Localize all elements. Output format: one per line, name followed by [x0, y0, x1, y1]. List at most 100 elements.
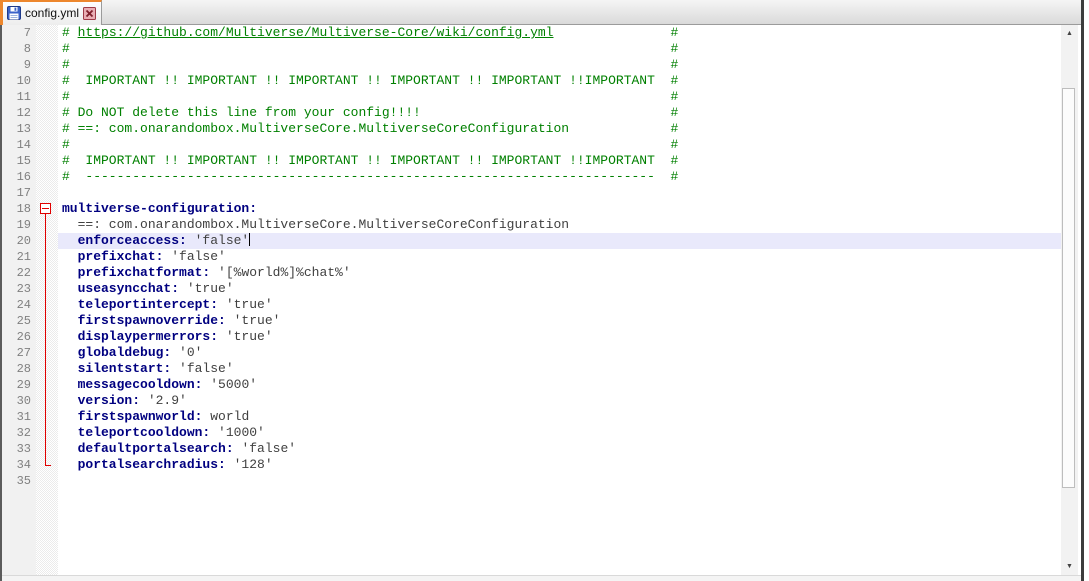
code-token: ----------------------------------------…	[85, 169, 655, 184]
scrollbar-thumb[interactable]	[1062, 88, 1075, 488]
code-line[interactable]: 29 messagecooldown: '5000'	[2, 377, 1061, 393]
code-token: # IMPORTANT !! IMPORTANT !! IMPORTANT !!…	[62, 73, 655, 88]
line-number: 28	[16, 362, 31, 376]
code-line[interactable]: 7 # https://github.com/Multiverse/Multive…	[2, 25, 1061, 41]
code-line[interactable]: 28 silentstart: 'false'	[2, 361, 1061, 377]
fold-margin-cell	[36, 457, 58, 473]
line-number: 20	[16, 234, 31, 248]
code-text: # #	[58, 41, 1061, 57]
code-text: prefixchatformat: '[%world%]%chat%'	[58, 265, 1061, 281]
scroll-down-arrow-icon[interactable]: ▼	[1061, 558, 1078, 575]
code-text: firstspawnoverride: 'true'	[58, 313, 1061, 329]
line-number: 11	[16, 90, 31, 104]
line-number: 31	[16, 410, 31, 424]
line-number: 32	[16, 426, 31, 440]
code-line[interactable]: 30 version: '2.9'	[2, 393, 1061, 409]
fold-margin-cell	[36, 409, 58, 425]
window-left-border	[0, 25, 2, 581]
code-line[interactable]: 11 # #	[2, 89, 1061, 105]
code-line[interactable]: 19 ==: com.onarandombox.MultiverseCore.M…	[2, 217, 1061, 233]
line-number: 27	[16, 346, 31, 360]
code-text: defaultportalsearch: 'false'	[58, 441, 1061, 457]
code-line[interactable]: 9 # #	[2, 57, 1061, 73]
window-right-border	[1081, 0, 1084, 581]
code-token: useasyncchat:	[62, 281, 180, 296]
code-line[interactable]: 14 # #	[2, 137, 1061, 153]
code-token: #	[62, 89, 70, 104]
fold-margin-cell	[36, 393, 58, 409]
fold-margin-cell	[36, 169, 58, 185]
code-line[interactable]: 17	[2, 185, 1061, 201]
code-token: #	[670, 137, 679, 152]
save-file-icon	[7, 6, 21, 20]
code-line[interactable]: 8 # #	[2, 41, 1061, 57]
code-line[interactable]: 12 # Do NOT delete this line from your co…	[2, 105, 1061, 121]
code-line[interactable]: 33 defaultportalsearch: 'false'	[2, 441, 1061, 457]
code-line[interactable]: 18 multiverse-configuration:	[2, 201, 1061, 217]
fold-collapse-icon[interactable]	[36, 201, 58, 217]
line-number: 9	[23, 58, 31, 72]
code-token: #	[670, 89, 679, 104]
code-line[interactable]: 27 globaldebug: '0'	[2, 345, 1061, 361]
line-number: 16	[16, 170, 31, 184]
fold-margin-cell	[36, 473, 58, 489]
code-text: silentstart: 'false'	[58, 361, 1061, 377]
line-number: 19	[16, 218, 31, 232]
code-line[interactable]: 15 # IMPORTANT !! IMPORTANT !! IMPORTANT …	[2, 153, 1061, 169]
code-line[interactable]: 13 # ==: com.onarandombox.MultiverseCore.…	[2, 121, 1061, 137]
code-token: #	[670, 169, 679, 184]
close-tab-icon[interactable]	[83, 6, 97, 20]
code-line[interactable]: 25 firstspawnoverride: 'true'	[2, 313, 1061, 329]
editor-pane[interactable]: 7 # https://github.com/Multiverse/Multive…	[2, 25, 1061, 575]
horizontal-scrollbar[interactable]	[2, 575, 1081, 581]
vertical-scrollbar[interactable]: ▲ ▼	[1061, 25, 1078, 575]
line-number: 10	[16, 74, 31, 88]
fold-margin-cell	[36, 313, 58, 329]
tab-config-yml[interactable]: config.yml	[0, 0, 103, 25]
code-line[interactable]: 21 prefixchat: 'false'	[2, 249, 1061, 265]
line-number: 26	[16, 330, 31, 344]
code-line[interactable]: 35	[2, 473, 1061, 489]
line-number: 12	[16, 106, 31, 120]
code-text: teleportintercept: 'true'	[58, 297, 1061, 313]
fold-margin-cell	[36, 281, 58, 297]
code-token: #	[670, 41, 679, 56]
code-text: globaldebug: '0'	[58, 345, 1061, 361]
text-caret	[249, 233, 251, 246]
code-line[interactable]: 22 prefixchatformat: '[%world%]%chat%'	[2, 265, 1061, 281]
code-text: useasyncchat: 'true'	[58, 281, 1061, 297]
code-line[interactable]: 34 portalsearchradius: '128'	[2, 457, 1061, 473]
scroll-up-arrow-icon[interactable]: ▲	[1061, 25, 1078, 42]
code-text: # Do NOT delete this line from your conf…	[58, 105, 1061, 121]
code-line[interactable]: 16 # ------------------------------------…	[2, 169, 1061, 185]
code-line[interactable]: 31 firstspawnworld: world	[2, 409, 1061, 425]
code-token: firstspawnworld:	[62, 409, 203, 424]
code-token: https://github.com/Multiverse/Multiverse…	[77, 25, 554, 40]
fold-minus-box-icon[interactable]	[40, 203, 51, 214]
line-number: 25	[16, 314, 31, 328]
fold-margin-cell	[36, 361, 58, 377]
code-line[interactable]: 23 useasyncchat: 'true'	[2, 281, 1061, 297]
code-line[interactable]: 20 enforceaccess: 'false'	[2, 233, 1061, 249]
code-line[interactable]: 26 displaypermerrors: 'true'	[2, 329, 1061, 345]
code-token: 'false'	[171, 361, 234, 376]
code-line[interactable]: 24 teleportintercept: 'true'	[2, 297, 1061, 313]
code-line[interactable]: 32 teleportcooldown: '1000'	[2, 425, 1061, 441]
fold-margin-cell	[36, 345, 58, 361]
code-token: #	[62, 169, 86, 184]
code-token: version:	[62, 393, 141, 408]
code-token: ==: com.onarandombox.MultiverseCore.Mult…	[62, 217, 570, 232]
code-token: #	[62, 137, 70, 152]
code-line[interactable]: 10 # IMPORTANT !! IMPORTANT !! IMPORTANT …	[2, 73, 1061, 89]
code-token: 'true'	[225, 313, 281, 328]
code-token: #	[670, 105, 679, 120]
code-token: # ==: com.onarandombox.MultiverseCore.Mu…	[62, 121, 570, 136]
code-token: 'true'	[218, 297, 273, 312]
code-text: portalsearchradius: '128'	[58, 457, 1061, 473]
line-number: 30	[16, 394, 31, 408]
line-number: 8	[23, 42, 31, 56]
code-token: teleportintercept:	[62, 297, 219, 312]
